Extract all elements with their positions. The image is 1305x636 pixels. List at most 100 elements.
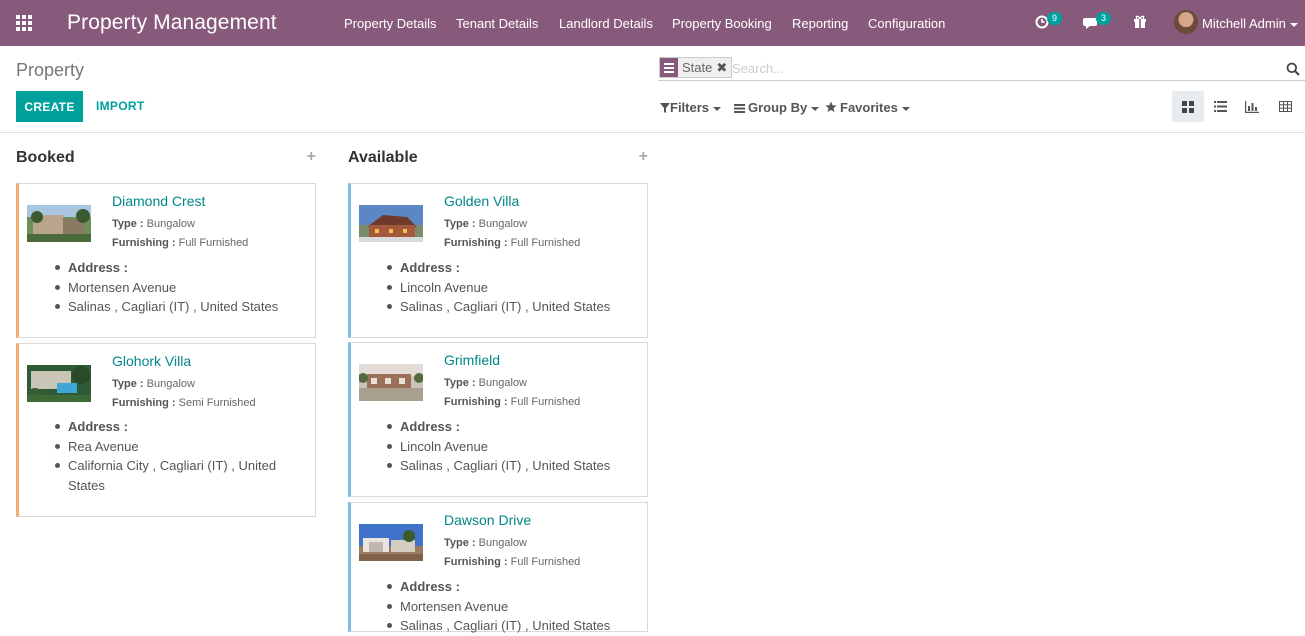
- chevron-down-icon: [713, 106, 722, 111]
- property-furnishing: Furnishing : Full Furnished: [444, 396, 580, 408]
- user-name-label: Mitchell Admin: [1202, 16, 1286, 31]
- property-type: Type : Bungalow: [444, 537, 527, 549]
- furnishing-label: Furnishing :: [112, 237, 176, 249]
- type-label: Type :: [112, 218, 144, 230]
- address-label: Address :: [400, 579, 460, 594]
- menu-configuration[interactable]: Configuration: [868, 16, 945, 31]
- type-value: Bungalow: [146, 218, 195, 230]
- group-by-facet-icon: [660, 58, 678, 77]
- property-address: Address : Lincoln Avenue Salinas , Cagli…: [387, 417, 640, 476]
- property-image: [27, 365, 91, 402]
- column-title[interactable]: Booked: [16, 149, 75, 167]
- property-type: Type : Bungalow: [444, 377, 527, 389]
- furnishing-value: Full Furnished: [510, 237, 581, 249]
- type-value: Bungalow: [478, 377, 527, 389]
- type-value: Bungalow: [478, 537, 527, 549]
- property-image: [27, 205, 91, 242]
- search-input[interactable]: [732, 58, 1272, 78]
- create-button[interactable]: CREATE: [16, 91, 83, 122]
- chevron-down-icon: [901, 106, 910, 111]
- graph-view-button[interactable]: [1236, 91, 1268, 122]
- furnishing-label: Furnishing :: [444, 556, 508, 568]
- address-label: Address :: [68, 419, 128, 434]
- kanban-view-icon: [1182, 100, 1194, 113]
- property-image: [359, 205, 423, 242]
- column-quick-add-icon[interactable]: +: [639, 148, 648, 166]
- control-panel-divider: [0, 132, 1305, 133]
- type-label: Type :: [444, 377, 476, 389]
- address-label-item: Address :: [55, 417, 308, 437]
- menu-landlord-details[interactable]: Landlord Details: [559, 16, 653, 31]
- address-street: Mortensen Avenue: [55, 278, 308, 298]
- pivot-view-button[interactable]: [1269, 91, 1301, 122]
- property-name[interactable]: Diamond Crest: [112, 193, 205, 209]
- apps-menu-icon[interactable]: [16, 15, 34, 31]
- address-label-item: Address :: [387, 577, 640, 597]
- group-by-label: Group By: [748, 100, 808, 115]
- kanban-card[interactable]: Dawson Drive Type : Bungalow Furnishing …: [348, 502, 648, 633]
- app-brand[interactable]: Property Management: [67, 11, 277, 35]
- group-by-dropdown[interactable]: Group By: [734, 100, 820, 115]
- search-facet-state[interactable]: State ✖: [659, 57, 733, 78]
- address-label-item: Address :: [55, 258, 308, 278]
- property-type: Type : Bungalow: [112, 218, 195, 230]
- type-label: Type :: [444, 218, 476, 230]
- property-image: [359, 524, 423, 561]
- import-button[interactable]: IMPORT: [96, 99, 144, 113]
- activity-count-badge: 9: [1047, 12, 1063, 25]
- list-view-icon: [1213, 101, 1227, 112]
- type-label: Type :: [444, 537, 476, 549]
- column-title[interactable]: Available: [348, 149, 418, 167]
- top-navbar: Property Management Property Details Ten…: [0, 0, 1305, 46]
- property-furnishing: Furnishing : Full Furnished: [112, 237, 248, 249]
- search-icon[interactable]: [1286, 62, 1300, 76]
- kanban-card[interactable]: Diamond Crest Type : Bungalow Furnishing…: [16, 183, 316, 338]
- property-name[interactable]: Grimfield: [444, 352, 500, 368]
- address-city-line: California City , Cagliari (IT) , United…: [55, 456, 308, 495]
- address-city-line: Salinas , Cagliari (IT) , United States: [387, 456, 640, 476]
- property-address: Address : Rea Avenue California City , C…: [55, 417, 308, 495]
- property-type: Type : Bungalow: [112, 378, 195, 390]
- chevron-down-icon: [1289, 22, 1298, 27]
- kanban-card[interactable]: Glohork Villa Type : Bungalow Furnishing…: [16, 343, 316, 517]
- property-name[interactable]: Glohork Villa: [112, 353, 191, 369]
- kanban-view-button[interactable]: [1172, 91, 1204, 122]
- type-value: Bungalow: [146, 378, 195, 390]
- property-furnishing: Furnishing : Semi Furnished: [112, 397, 256, 409]
- address-label: Address :: [400, 260, 460, 275]
- star-icon: [825, 101, 837, 112]
- furnishing-value: Full Furnished: [178, 237, 249, 249]
- furnishing-value: Semi Furnished: [178, 397, 256, 409]
- user-menu[interactable]: Mitchell Admin: [1202, 16, 1298, 31]
- facet-label: State: [682, 60, 713, 75]
- furnishing-value: Full Furnished: [510, 396, 581, 408]
- address-label: Address :: [68, 260, 128, 275]
- bars-icon: [734, 104, 745, 113]
- kanban-card[interactable]: Grimfield Type : Bungalow Furnishing : F…: [348, 342, 648, 497]
- menu-property-booking[interactable]: Property Booking: [672, 16, 772, 31]
- address-city-line: Salinas , Cagliari (IT) , United States: [55, 297, 308, 317]
- type-value: Bungalow: [478, 218, 527, 230]
- remove-facet-icon[interactable]: ✖: [716, 58, 731, 77]
- search-bar: State ✖: [658, 55, 1305, 81]
- menu-reporting[interactable]: Reporting: [792, 16, 848, 31]
- furnishing-label: Furnishing :: [444, 396, 508, 408]
- gift-icon[interactable]: [1133, 15, 1147, 32]
- menu-property-details[interactable]: Property Details: [344, 16, 436, 31]
- furnishing-label: Furnishing :: [444, 237, 508, 249]
- column-quick-add-icon[interactable]: +: [307, 148, 316, 166]
- address-street: Lincoln Avenue: [387, 437, 640, 457]
- type-label: Type :: [112, 378, 144, 390]
- address-street: Mortensen Avenue: [387, 597, 640, 617]
- breadcrumb: Property: [16, 60, 85, 80]
- property-name[interactable]: Dawson Drive: [444, 512, 531, 528]
- table-icon: [1278, 101, 1292, 112]
- menu-tenant-details[interactable]: Tenant Details: [456, 16, 538, 31]
- user-avatar[interactable]: [1174, 10, 1198, 34]
- filters-dropdown[interactable]: Filters: [660, 100, 722, 115]
- favorites-dropdown[interactable]: Favorites: [825, 100, 910, 115]
- kanban-card[interactable]: Golden Villa Type : Bungalow Furnishing …: [348, 183, 648, 338]
- list-view-button[interactable]: [1204, 91, 1236, 122]
- property-name[interactable]: Golden Villa: [444, 193, 519, 209]
- chevron-down-icon: [811, 106, 820, 111]
